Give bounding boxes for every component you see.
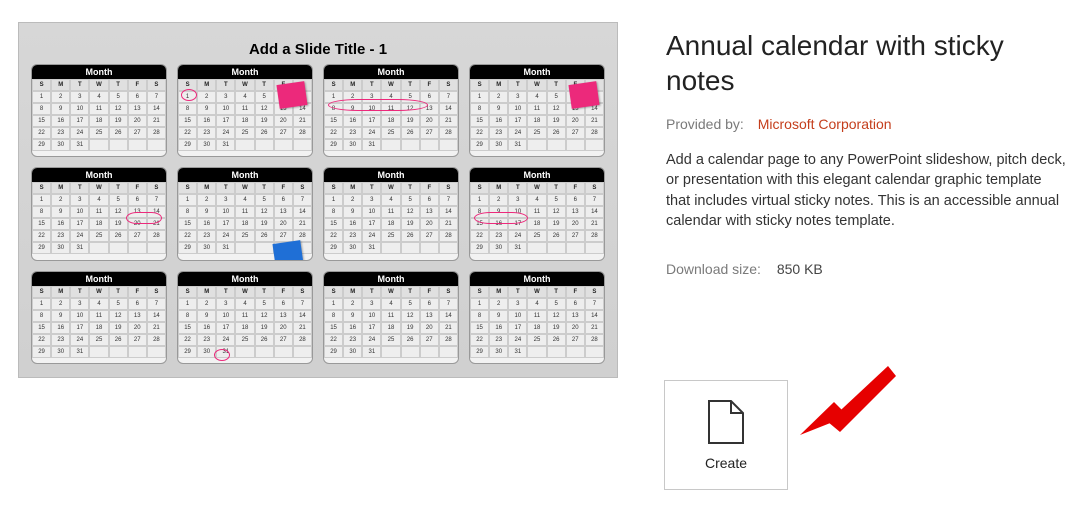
template-description: Add a calendar page to any PowerPoint sl… xyxy=(666,150,1066,231)
mini-calendar: MonthSMTWTFS1234567891011121314151617181… xyxy=(469,167,605,260)
mini-calendar-header: Month xyxy=(32,168,166,182)
oval-annotation xyxy=(328,99,428,111)
mini-calendar: MonthSMTWTFS1234567891011121314151617181… xyxy=(31,271,167,364)
mini-calendar: MonthSMTWTFS1234567891011121314151617181… xyxy=(469,64,605,157)
mini-calendar: MonthSMTWTFS1234567891011121314151617181… xyxy=(31,167,167,260)
mini-calendar: MonthSMTWTFS1234567891011121314151617181… xyxy=(177,167,313,260)
mini-calendar: MonthSMTWTFS1234567891011121314151617181… xyxy=(469,271,605,364)
mini-calendar-header: Month xyxy=(470,168,604,182)
sticky-note-pink xyxy=(276,81,307,109)
sticky-note-blue xyxy=(272,240,303,261)
mini-calendar-header: Month xyxy=(178,272,312,286)
template-info-panel: Annual calendar with sticky notes Provid… xyxy=(666,22,1066,378)
download-size-value: 850 KB xyxy=(777,261,823,277)
mini-calendar-header: Month xyxy=(324,272,458,286)
mini-calendar: MonthSMTWTFS1234567891011121314151617181… xyxy=(323,167,459,260)
document-icon xyxy=(707,399,745,445)
mini-calendar-header: Month xyxy=(324,168,458,182)
mini-calendar-header: Month xyxy=(470,272,604,286)
circle-annotation xyxy=(214,349,230,361)
mini-calendar: MonthSMTWTFS1234567891011121314151617181… xyxy=(177,64,313,157)
mini-calendar: MonthSMTWTFS1234567891011121314151617181… xyxy=(323,64,459,157)
circle-annotation xyxy=(181,89,197,101)
mini-calendar-header: Month xyxy=(32,272,166,286)
oval-annotation xyxy=(126,212,162,224)
provider-link[interactable]: Microsoft Corporation xyxy=(758,116,892,132)
mini-calendar-header: Month xyxy=(178,65,312,79)
download-size-label: Download size: xyxy=(666,261,761,277)
mini-calendar-header: Month xyxy=(32,65,166,79)
template-title: Annual calendar with sticky notes xyxy=(666,28,1066,98)
template-preview: Add a Slide Title - 1 MonthSMTWTFS123456… xyxy=(18,22,618,378)
oval-annotation xyxy=(474,212,528,224)
create-button[interactable]: Create xyxy=(664,380,788,490)
provided-by-label: Provided by: xyxy=(666,116,744,132)
download-size-line: Download size: 850 KB xyxy=(666,261,1066,277)
mini-calendar: MonthSMTWTFS1234567891011121314151617181… xyxy=(323,271,459,364)
mini-calendar-header: Month xyxy=(470,65,604,79)
sticky-note-pink xyxy=(568,81,599,109)
create-button-label: Create xyxy=(705,455,747,471)
mini-calendar-header: Month xyxy=(324,65,458,79)
mini-calendar-header: Month xyxy=(178,168,312,182)
mini-calendar: MonthSMTWTFS1234567891011121314151617181… xyxy=(177,271,313,364)
provided-by-line: Provided by: Microsoft Corporation xyxy=(666,116,1066,132)
mini-calendar: MonthSMTWTFS1234567891011121314151617181… xyxy=(31,64,167,157)
slide-title: Add a Slide Title - 1 xyxy=(31,41,605,58)
